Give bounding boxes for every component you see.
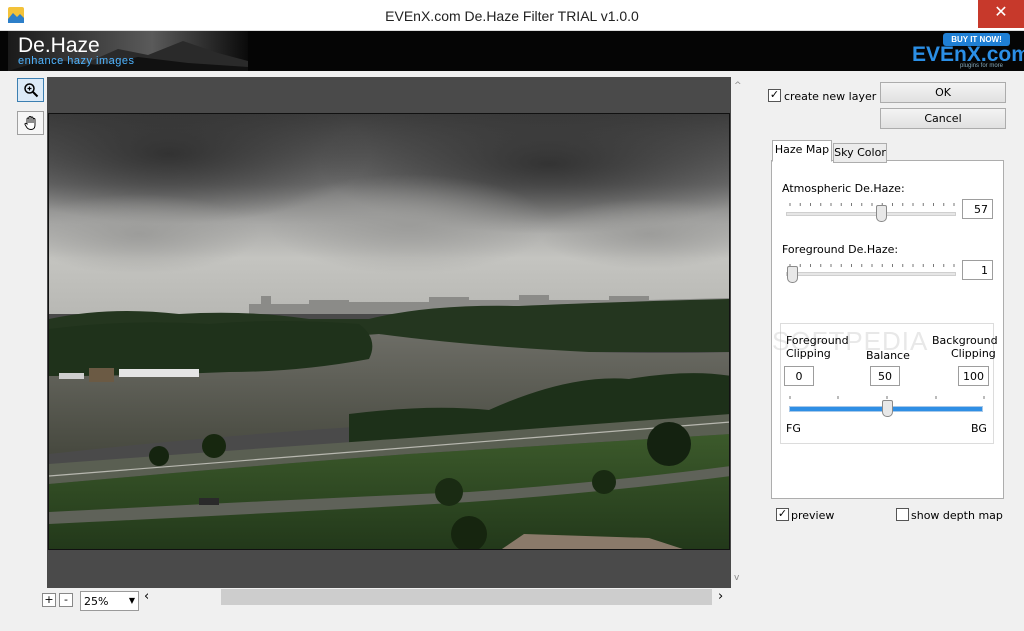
banner: De.Haze enhance hazy images BUY IT NOW! … xyxy=(0,31,1024,71)
scroll-up-arrow[interactable]: ^ xyxy=(734,81,742,91)
preview-checkbox[interactable]: ✓ xyxy=(776,508,789,521)
atmospheric-dehaze-label: Atmospheric De.Haze: xyxy=(782,182,905,195)
atmospheric-value-field[interactable]: 57 xyxy=(962,199,993,219)
chevron-down-icon: ▼ xyxy=(128,596,135,605)
scroll-right-arrow[interactable]: › xyxy=(718,589,723,604)
ok-button[interactable]: OK xyxy=(880,82,1006,103)
scroll-down-arrow[interactable]: v xyxy=(734,573,739,583)
zoom-in-button[interactable]: + xyxy=(42,593,56,607)
zoom-select[interactable]: 25% ▼ xyxy=(80,591,139,611)
hand-pan-icon xyxy=(23,116,35,130)
balance-value-field[interactable]: 50 xyxy=(870,366,900,386)
horizontal-scrollbar[interactable] xyxy=(221,589,712,605)
cancel-button[interactable]: Cancel xyxy=(880,108,1006,129)
show-depth-map-checkbox[interactable] xyxy=(896,508,909,521)
zoom-in-icon xyxy=(23,83,38,98)
foreground-dehaze-label: Foreground De.Haze: xyxy=(782,243,899,256)
window-title: EVEnX.com De.Haze Filter TRIAL v1.0.0 xyxy=(385,8,639,24)
fg-clipping-label-line2: Clipping xyxy=(786,347,831,360)
foreground-slider-track[interactable] xyxy=(786,272,956,276)
preview-label: preview xyxy=(791,509,835,522)
atmospheric-slider-track[interactable] xyxy=(786,212,956,216)
show-depth-map-label: show depth map xyxy=(911,509,1003,522)
create-new-layer-label: create new layer xyxy=(784,90,877,103)
foreground-slider-thumb[interactable] xyxy=(787,266,798,283)
zoom-tool-button[interactable] xyxy=(17,78,44,102)
balance-slider-ticks xyxy=(789,396,985,399)
preview-image[interactable] xyxy=(48,113,730,550)
fg-end-label: FG xyxy=(786,422,801,435)
zoom-out-button[interactable]: - xyxy=(59,593,73,607)
scroll-left-arrow[interactable]: ‹ xyxy=(144,589,149,604)
balance-slider-thumb[interactable] xyxy=(882,400,893,417)
atmospheric-slider-thumb[interactable] xyxy=(876,205,887,222)
atmospheric-slider-ticks xyxy=(789,203,955,206)
brand-subtitle: plugins for more xyxy=(960,63,1004,69)
bg-clipping-label-line2: Clipping xyxy=(951,347,996,360)
zoom-value: 25% xyxy=(84,595,109,608)
foreground-slider-ticks xyxy=(789,264,955,267)
bg-end-label: BG xyxy=(971,422,987,435)
create-new-layer-checkbox[interactable]: ✓ xyxy=(768,89,781,102)
bg-clipping-label-line1: Background xyxy=(932,334,998,347)
landscape-photo xyxy=(49,114,729,549)
bg-clipping-value-field[interactable]: 100 xyxy=(958,366,989,386)
foreground-value-field[interactable]: 1 xyxy=(962,260,993,280)
hand-tool-button[interactable] xyxy=(17,111,44,135)
vertical-scrollbar[interactable]: ^ v xyxy=(732,77,746,588)
tab-sky-color[interactable]: Sky Color xyxy=(833,143,887,163)
tab-haze-map[interactable]: Haze Map xyxy=(772,140,832,162)
fg-clipping-label-line1: Foreground xyxy=(786,334,849,347)
product-tagline: enhance hazy images xyxy=(18,55,135,67)
preview-bottom-bar: + - 25% ▼ ‹ › xyxy=(0,588,760,614)
fg-clipping-value-field[interactable]: 0 xyxy=(784,366,814,386)
title-bar: EVEnX.com De.Haze Filter TRIAL v1.0.0 ✕ xyxy=(0,0,1024,31)
balance-label: Balance xyxy=(866,349,910,362)
close-button[interactable]: ✕ xyxy=(978,0,1024,28)
